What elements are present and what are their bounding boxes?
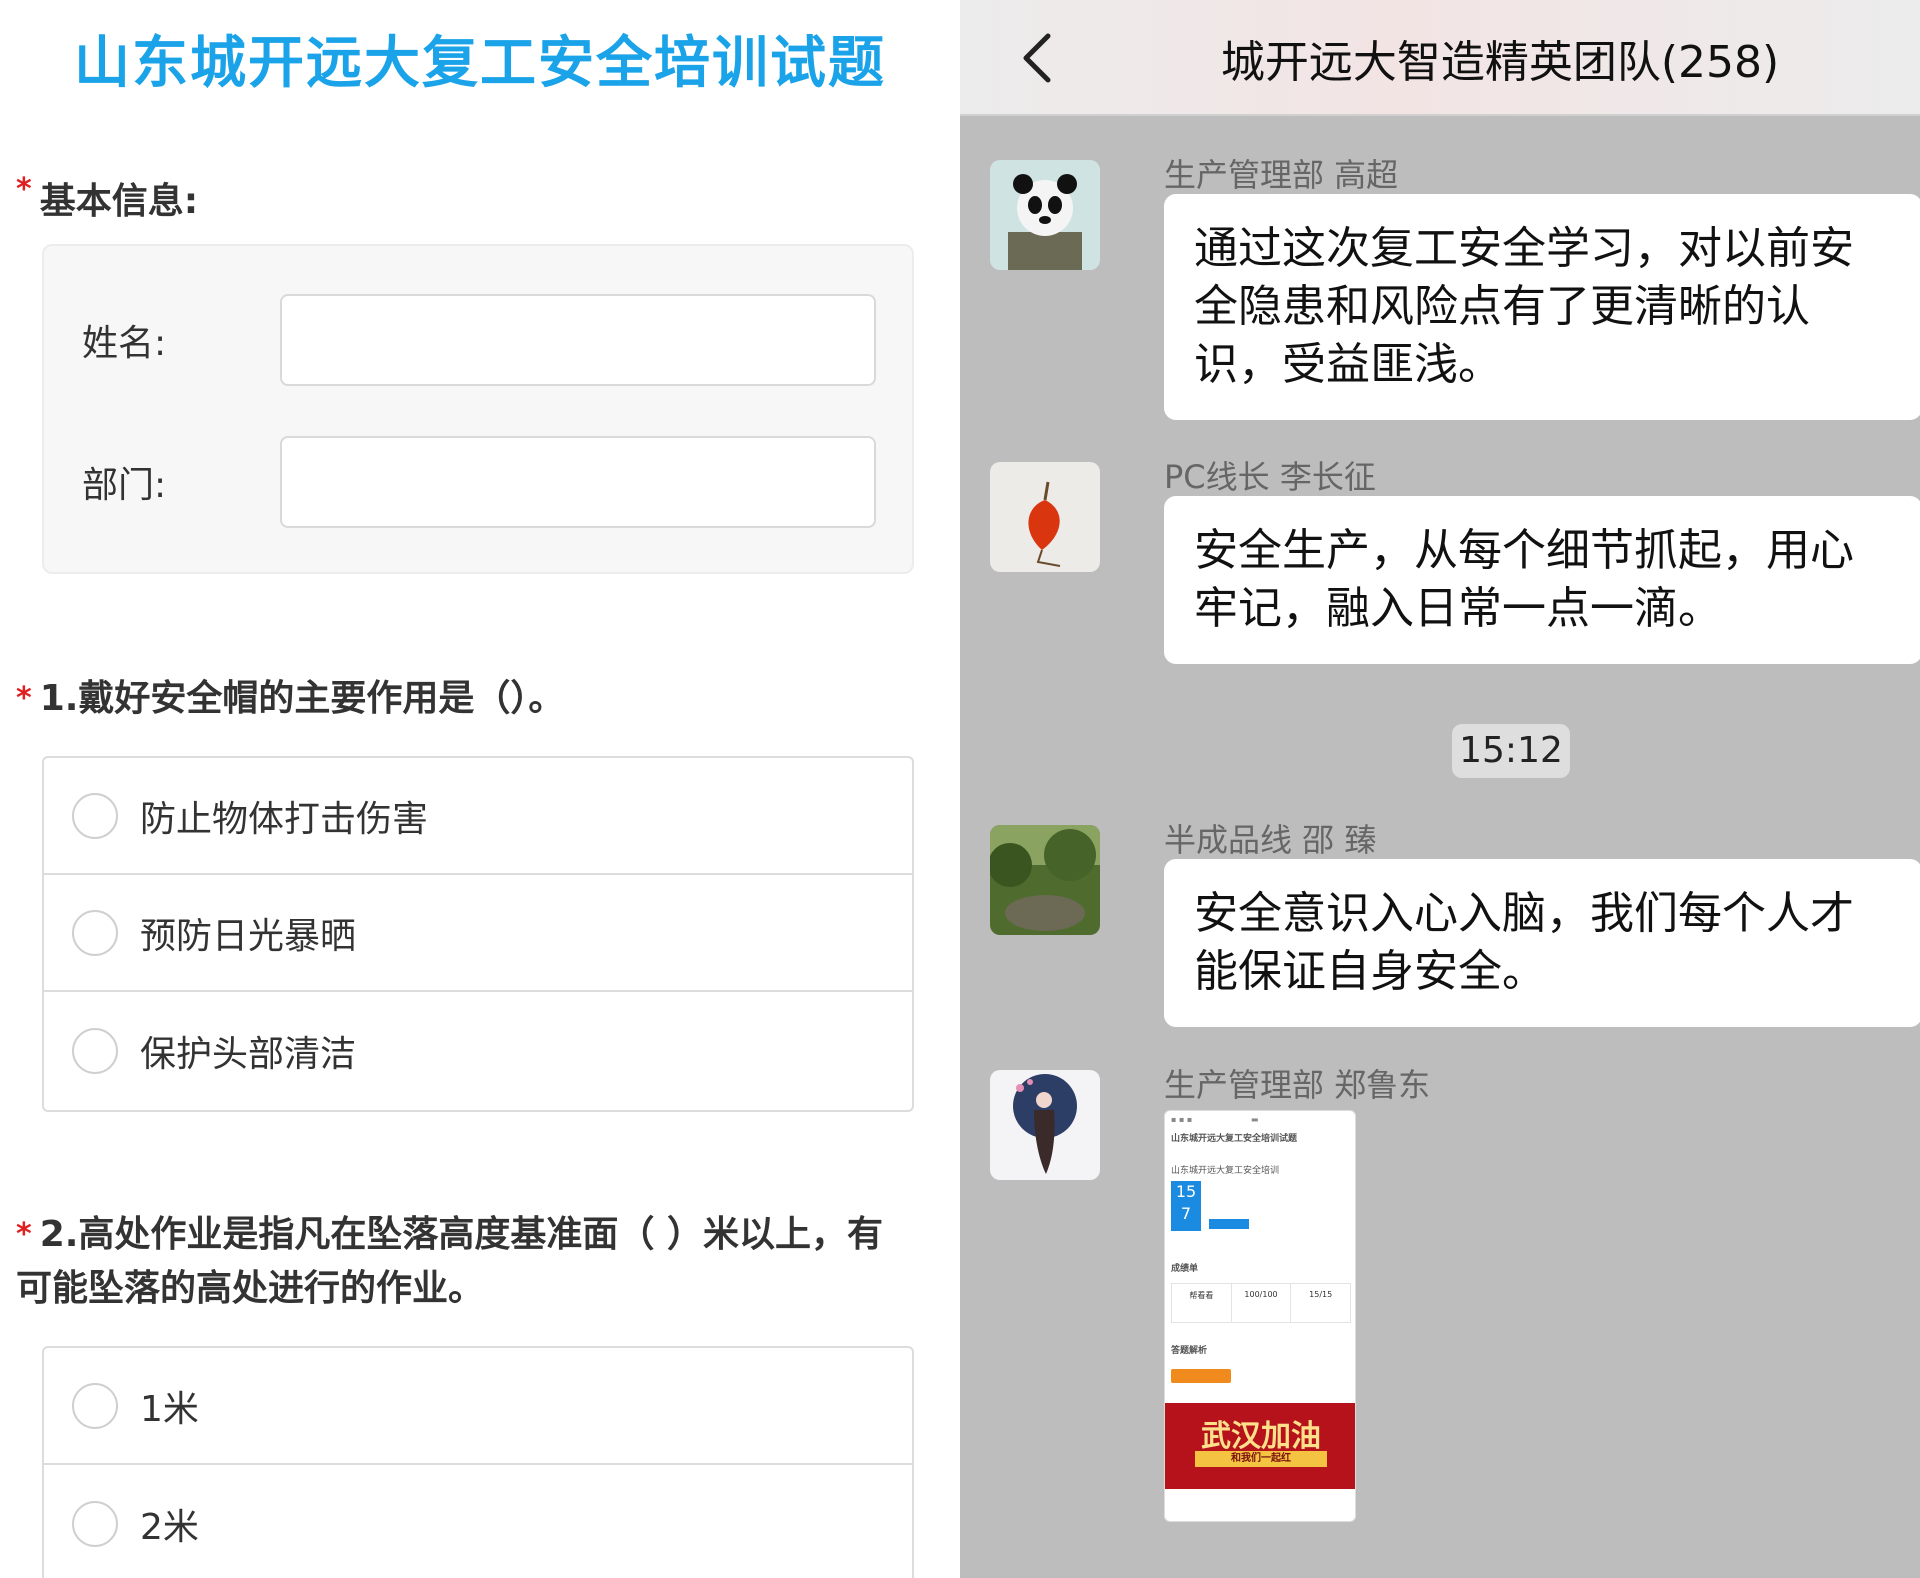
chat-message: 半成品线 邵 臻 安全意识入心入脑，我们每个人才能保证自身安全。 [990,821,1920,1027]
thumb-score-month: 7 [1180,1204,1192,1223]
message-bubble[interactable]: 安全生产，从每个细节抓起，用心牢记，融入日常一点一滴。 [1164,496,1920,664]
thumb-cell: 100/100 [1232,1284,1292,1322]
sender-name: 半成品线 邵 臻 [1164,821,1377,859]
thumb-cell: 15/15 [1309,1290,1333,1299]
required-mark: * [16,681,32,716]
question-2-text: 2.高处作业是指凡在坠落高度基准面（ ）米以上，有可能坠落的高处进行的作业。 [16,1214,883,1309]
chat-header: 城开远大智造精英团队(258) [960,0,1920,116]
option-1c[interactable]: 保护头部清洁 [44,992,912,1109]
chat-message: 生产管理部 高超 通过这次复工安全学习，对以前安全隐患和风险点有了更清晰的认识，… [990,156,1920,420]
sender-name: 生产管理部 郑鲁东 [1164,1066,1431,1104]
quiz-title: 山东城开远大复工安全培训试题 [74,31,886,96]
name-label: 姓名: [82,323,167,364]
required-mark: * [16,1217,32,1252]
thumb-analysis-label: 答题解析 [1171,1346,1208,1356]
thumb-title: 山东城开远大复工安全培训试题 [1171,1134,1298,1144]
option-1b[interactable]: 预防日光暴晒 [44,875,912,992]
quiz-panel: 山东城开远大复工安全培训试题 * 基本信息: 姓名: 部门: * 1.戴好安全帽的主… [0,0,960,1578]
question-1-text: 1.戴好安全帽的主要作用是（）。 [39,678,565,719]
thumb-analysis-button [1171,1369,1231,1383]
option-2b[interactable]: 2米 [44,1465,912,1578]
thumb-grid: 帮看看 100/100 15/15 [1171,1283,1351,1323]
screenshot-thumbnail[interactable]: ▪ ▪ ▪ ▬ 山东城开远大复工安全培训试题 山东城开远大复工安全培训 15 7… [1164,1110,1356,1522]
painting-avatar[interactable] [990,1070,1100,1180]
chat-message: 生产管理部 郑鲁东 ▪ ▪ ▪ ▬ 山东城开远大复工安全培训试题 山东城开远大复… [990,1066,1900,1540]
lantern-flower-avatar[interactable] [990,462,1100,572]
basic-info-box: 姓名: 部门: [42,244,914,574]
sender-name: PC线长 李长征 [1164,458,1376,496]
chat-message: PC线长 李长征 安全生产，从每个细节抓起，用心牢记，融入日常一点一滴。 [990,458,1920,664]
message-bubble[interactable]: 安全意识入心入脑，我们每个人才能保证自身安全。 [1164,859,1920,1027]
dept-label: 部门: [82,465,167,506]
radio-button[interactable] [72,1382,118,1429]
question-1-options: 防止物体打击伤害 预防日光暴晒 保护头部清洁 [42,756,914,1112]
thumb-cell: 帮看看 [1172,1284,1232,1322]
option-2a[interactable]: 1米 [44,1348,912,1465]
thumb-banner-sub: 和我们一起红 [1195,1451,1327,1467]
thumb-banner-title: 武汉加油 [1201,1419,1321,1454]
question-2-options: 1米 2米 [42,1346,914,1578]
radio-button[interactable] [72,909,118,956]
option-label: 保护头部清洁 [140,1033,357,1075]
thumb-banner: 武汉加油 和我们一起红 [1165,1403,1355,1489]
chat-title: 城开远大智造精英团队(258) [1220,37,1780,88]
time-divider: 15:12 [1452,724,1570,778]
radio-button[interactable] [72,792,118,839]
thumb-button [1209,1219,1249,1229]
thumb-row-label: 成绩单 [1171,1264,1199,1274]
required-mark: * [16,172,32,207]
thumb-status-bar: ▪ ▪ ▪ ▬ [1171,1115,1259,1124]
sender-name: 生产管理部 高超 [1164,156,1399,194]
question-2: * 2.高处作业是指凡在坠落高度基准面（ ）米以上，有可能坠落的高处进行的作业。 [16,1208,916,1316]
basic-info-heading: * 基本信息: [16,172,198,224]
thumb-heading: 山东城开远大复工安全培训 [1171,1166,1280,1176]
thumb-score-badge: 15 7 [1171,1181,1201,1231]
name-input[interactable] [280,294,876,386]
option-label: 1米 [140,1388,199,1430]
back-arrow-icon[interactable] [1010,28,1070,88]
forest-avatar[interactable] [990,825,1100,935]
option-label: 防止物体打击伤害 [140,798,429,840]
option-1a[interactable]: 防止物体打击伤害 [44,758,912,875]
option-label: 2米 [140,1506,199,1548]
basic-info-label: 基本信息: [39,181,199,222]
chat-panel: 城开远大智造精英团队(258) 生产管理部 高超 通过这次复工安全学习，对以前安… [960,0,1920,1578]
option-label: 预防日光暴晒 [140,915,357,957]
radio-button[interactable] [72,1500,118,1547]
question-1: * 1.戴好安全帽的主要作用是（）。 [16,672,916,726]
panda-avatar[interactable] [990,160,1100,270]
dept-input[interactable] [280,436,876,528]
radio-button[interactable] [72,1027,118,1074]
thumb-score-day: 15 [1175,1182,1197,1201]
message-bubble[interactable]: 通过这次复工安全学习，对以前安全隐患和风险点有了更清晰的认识，受益匪浅。 [1164,194,1920,420]
